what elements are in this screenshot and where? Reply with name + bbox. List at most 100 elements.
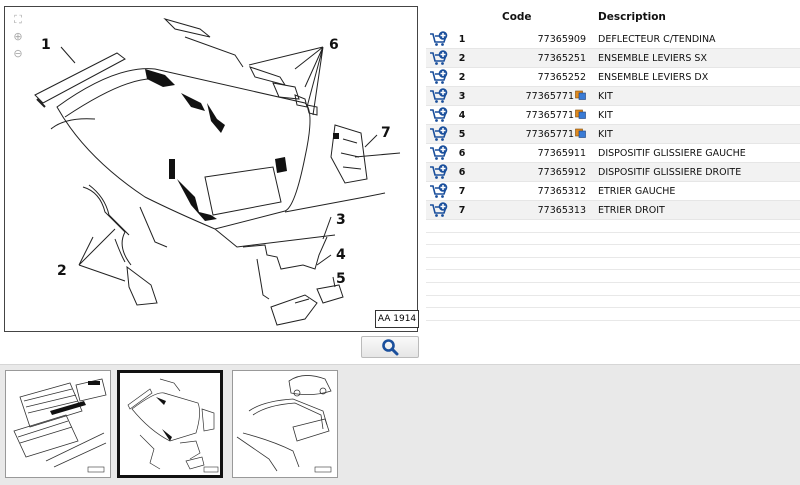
add-to-cart-cell[interactable] — [426, 48, 452, 68]
ref-number: 6 — [452, 143, 472, 163]
callout-7: 7 — [381, 125, 391, 141]
search-button[interactable] — [361, 336, 419, 358]
exploded-diagram[interactable]: ⛶ ⊕ ⊖ 1 2 3 4 5 6 7 AA 1914 — [4, 6, 419, 332]
table-row[interactable]: 2 77365251 ENSEMBLE LEVIERS SX — [426, 48, 800, 68]
add-to-cart-cell[interactable] — [426, 105, 452, 125]
part-description: DISPOSITIF GLISSIERE GAUCHE — [592, 143, 800, 163]
diagram-reference-label: AA 1914 — [375, 310, 419, 328]
add-to-cart-cell[interactable] — [426, 200, 452, 220]
add-to-cart-icon[interactable] — [429, 202, 449, 218]
table-header-row: Code Description — [426, 4, 800, 30]
table-row[interactable]: 2 77365252 ENSEMBLE LEVIERS DX — [426, 67, 800, 87]
part-code: 77365911 — [537, 147, 586, 159]
callout-1: 1 — [41, 37, 51, 53]
add-to-cart-cell[interactable] — [426, 86, 452, 106]
part-code: 77365909 — [537, 33, 586, 45]
callout-5: 5 — [336, 271, 346, 287]
add-to-cart-cell[interactable] — [426, 162, 452, 182]
part-code-cell: 77365313 — [472, 200, 592, 220]
part-code-cell: 77365252 — [472, 67, 592, 87]
part-code: 77365313 — [537, 204, 586, 216]
empty-row — [426, 295, 800, 309]
part-description: ETRIER DROIT — [592, 200, 800, 220]
add-to-cart-cell[interactable] — [426, 181, 452, 201]
part-code: 77365251 — [537, 52, 586, 64]
ref-number: 5 — [452, 124, 472, 144]
kit-icon[interactable] — [575, 128, 586, 138]
callout-6: 6 — [329, 37, 339, 53]
add-to-cart-cell[interactable] — [426, 143, 452, 163]
kit-icon[interactable] — [575, 90, 586, 100]
add-to-cart-icon[interactable] — [429, 69, 449, 85]
table-row[interactable]: 4 77365771 KIT — [426, 105, 800, 125]
ref-number: 4 — [452, 105, 472, 125]
thumbnail-1-drawing — [13, 378, 107, 473]
table-row[interactable]: 1 77365909 DEFLECTEUR C/TENDINA — [426, 30, 800, 49]
ref-number: 7 — [452, 181, 472, 201]
table-row[interactable]: 6 77365911 DISPOSITIF GLISSIERE GAUCHE — [426, 143, 800, 163]
add-to-cart-icon[interactable] — [429, 31, 449, 47]
table-row[interactable]: 6 77365912 DISPOSITIF GLISSIERE DROITE — [426, 162, 800, 182]
part-description: DEFLECTEUR C/TENDINA — [592, 30, 800, 49]
add-to-cart-cell[interactable] — [426, 67, 452, 87]
ref-number: 7 — [452, 200, 472, 220]
add-to-cart-icon[interactable] — [429, 50, 449, 66]
callout-4: 4 — [336, 247, 346, 263]
part-description: DISPOSITIF GLISSIERE DROITE — [592, 162, 800, 182]
part-code: 77365771 — [525, 91, 574, 102]
search-icon — [382, 339, 399, 356]
empty-row — [426, 244, 800, 258]
ref-number: 2 — [452, 48, 472, 68]
ref-number: 3 — [452, 86, 472, 106]
part-code-cell: 77365909 — [472, 30, 592, 49]
part-code-cell: 77365251 — [472, 48, 592, 68]
part-code-cell: 77365911 — [472, 143, 592, 163]
add-to-cart-icon[interactable] — [429, 126, 449, 142]
thumbnail-1[interactable] — [5, 370, 111, 478]
part-description: ENSEMBLE LEVIERS DX — [592, 67, 800, 87]
part-description: ETRIER GAUCHE — [592, 181, 800, 201]
part-code: 77365252 — [537, 71, 586, 83]
diagram-drawing: 1 2 3 4 5 6 7 — [34, 17, 401, 326]
thumbnail-3-drawing — [236, 375, 332, 473]
header-code: Code — [502, 11, 532, 23]
callout-3: 3 — [336, 212, 346, 228]
part-code: 77365912 — [537, 166, 586, 178]
add-to-cart-icon[interactable] — [429, 88, 449, 104]
add-to-cart-icon[interactable] — [429, 164, 449, 180]
add-to-cart-cell[interactable] — [426, 124, 452, 144]
header-description: Description — [598, 11, 666, 23]
thumbnail-3[interactable] — [232, 370, 338, 478]
thumbnail-2[interactable] — [117, 370, 223, 478]
kit-icon[interactable] — [575, 109, 586, 119]
ref-number: 6 — [452, 162, 472, 182]
add-to-cart-icon[interactable] — [429, 145, 449, 161]
part-code-cell: 77365312 — [472, 181, 592, 201]
part-code: 77365771 — [525, 129, 574, 140]
part-description: KIT — [592, 86, 800, 106]
table-row[interactable]: 7 77365312 ETRIER GAUCHE — [426, 181, 800, 201]
part-description: ENSEMBLE LEVIERS SX — [592, 48, 800, 68]
empty-row — [426, 307, 800, 321]
part-code-cell: 77365771 — [472, 105, 592, 125]
part-code: 77365312 — [537, 185, 586, 197]
ref-number: 1 — [452, 30, 472, 49]
part-code-cell: 77365771 — [472, 86, 592, 106]
add-to-cart-icon[interactable] — [429, 107, 449, 123]
table-row[interactable]: 7 77365313 ETRIER DROIT — [426, 200, 800, 220]
header-cart — [426, 4, 452, 30]
add-to-cart-icon[interactable] — [429, 183, 449, 199]
table-row[interactable]: 3 77365771 KIT — [426, 86, 800, 106]
empty-row — [426, 257, 800, 271]
header-ref — [452, 4, 472, 30]
empty-row — [426, 232, 800, 246]
part-code: 77365771 — [525, 110, 574, 121]
table-row[interactable]: 5 77365771 KIT — [426, 124, 800, 144]
part-description: KIT — [592, 105, 800, 125]
empty-row — [426, 269, 800, 283]
empty-row — [426, 282, 800, 296]
part-code-cell: 77365771 — [472, 124, 592, 144]
thumbnail-2-drawing — [127, 378, 219, 473]
part-code-cell: 77365912 — [472, 162, 592, 182]
add-to-cart-cell[interactable] — [426, 30, 452, 49]
